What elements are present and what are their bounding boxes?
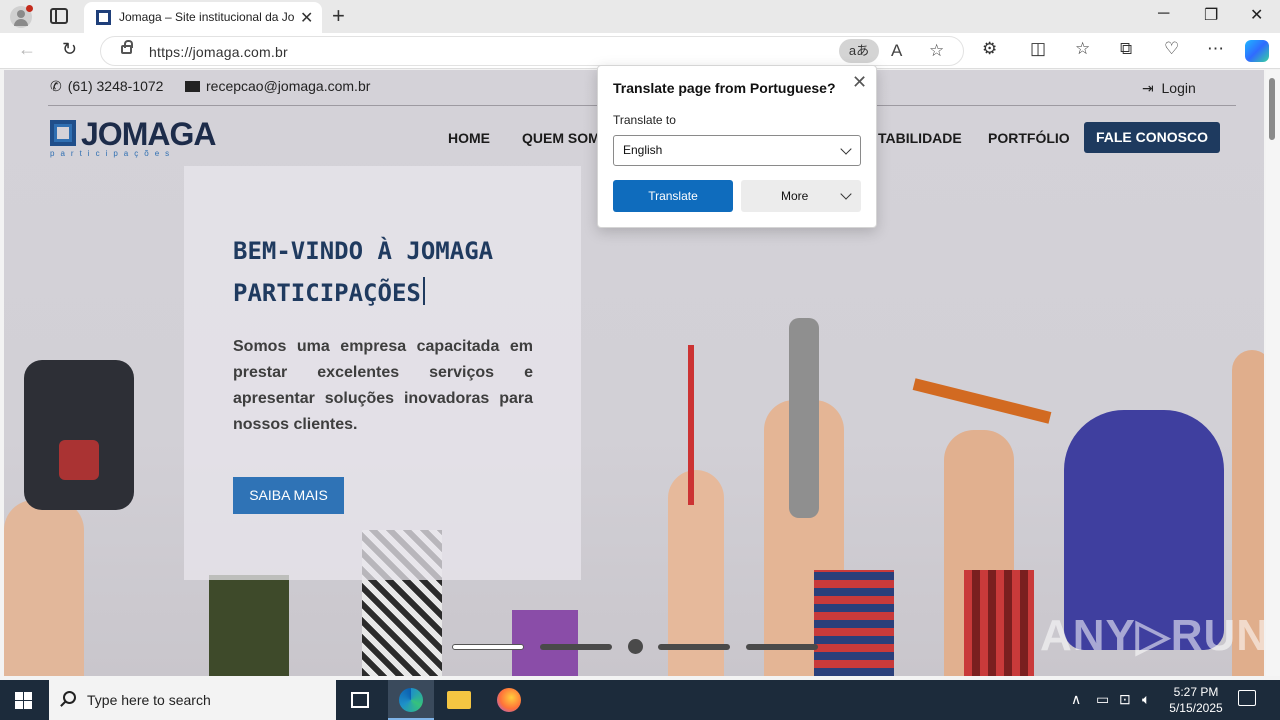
drill-image [24, 360, 134, 510]
carousel-indicator[interactable] [540, 644, 612, 650]
anyrun-watermark: ANY▷RUN [1040, 611, 1264, 660]
sleeve-image [964, 570, 1034, 676]
page-scrollbar[interactable] [1266, 70, 1280, 676]
taskbar: Type here to search ∧ ▭ ⊡ 🔈︎ 5:27 PM 5/1… [0, 680, 1280, 720]
network-icon[interactable]: ⊡ [1119, 691, 1131, 708]
more-label: More [781, 189, 809, 203]
split-screen-icon[interactable]: ◫ [1030, 39, 1046, 59]
sleeve-image [814, 570, 894, 676]
search-placeholder: Type here to search [87, 692, 211, 708]
new-tab-icon[interactable]: + [332, 3, 345, 29]
firefox-icon [497, 688, 521, 712]
tab-close-icon[interactable]: ✕ [300, 8, 313, 28]
login-icon: ⇥ [1142, 80, 1154, 96]
saiba-mais-button[interactable]: SAIBA MAIS [233, 477, 344, 514]
browser-toolbar: ← ↻ https://jomaga.com.br aあ A ☆ ⚙ ◫ ☆ ⧉… [0, 33, 1280, 69]
screwdriver-image [688, 345, 694, 505]
file-explorer-button[interactable] [436, 680, 482, 720]
edge-taskbar-button[interactable] [388, 680, 434, 720]
login-label: Login [1161, 80, 1196, 96]
clock-time: 5:27 PM [1173, 685, 1219, 699]
email-address: recepcao@jomaga.com.br [206, 78, 371, 94]
volume-icon[interactable]: 🔈︎ [1142, 691, 1150, 708]
tab-strip: Jomaga – Site institucional da Jomaga ✕ … [0, 0, 1280, 33]
system-clock[interactable]: 5:27 PM 5/15/2025 [1166, 684, 1226, 716]
nav-home[interactable]: HOME [448, 130, 490, 146]
folder-icon [447, 691, 471, 709]
refresh-icon[interactable]: ↻ [62, 39, 77, 60]
phone-number: (61) 3248-1072 [67, 78, 164, 94]
copilot-icon[interactable] [1245, 40, 1269, 62]
edge-icon [399, 688, 423, 712]
close-window-icon[interactable]: ✕ [1250, 5, 1263, 25]
browser-tab[interactable]: Jomaga – Site institucional da Jomaga ✕ [84, 2, 322, 33]
typing-caret [422, 277, 425, 305]
extensions-icon[interactable]: ⚙ [982, 39, 997, 59]
chevron-down-icon [840, 143, 852, 155]
site-favicon-icon [96, 10, 111, 25]
task-view-button[interactable] [337, 680, 383, 720]
chevron-down-icon [840, 188, 852, 200]
notifications-icon[interactable] [1238, 690, 1256, 706]
translate-popup: Translate page from Portuguese? ✕ Transl… [597, 65, 877, 228]
drill-detail-image [59, 440, 99, 480]
carousel-indicator[interactable] [746, 644, 818, 650]
nav-portfolio[interactable]: PORTFÓLIO [988, 130, 1070, 146]
notification-dot [26, 5, 33, 12]
pliers-image [789, 318, 819, 518]
tray-chevron-icon[interactable]: ∧ [1071, 691, 1081, 708]
phone-icon: ✆ [50, 78, 62, 94]
clock-date: 5/15/2025 [1169, 701, 1223, 715]
firefox-taskbar-button[interactable] [486, 680, 532, 720]
tab-title: Jomaga – Site institucional da Jomaga [119, 10, 294, 24]
collections-icon[interactable]: ⧉ [1120, 39, 1132, 59]
search-icon [63, 691, 76, 704]
carousel-indicator[interactable] [628, 639, 643, 654]
language-select[interactable]: English [613, 135, 861, 166]
sleeve-image [512, 610, 578, 676]
nav-contabilidade[interactable]: TABILIDADE [878, 130, 962, 146]
more-options-icon[interactable]: ⋯ [1207, 39, 1224, 59]
phone-contact[interactable]: ✆ (61) 3248-1072 [50, 78, 163, 95]
read-aloud-icon[interactable]: A [891, 41, 902, 61]
logo-mark-icon [50, 120, 76, 146]
performance-icon[interactable]: ♡ [1164, 39, 1179, 59]
wrench-image [912, 378, 1052, 424]
taskbar-search[interactable]: Type here to search [49, 680, 336, 720]
address-bar[interactable]: https://jomaga.com.br aあ A ☆ [100, 36, 964, 66]
logo-text: JOMAGA [81, 116, 216, 152]
fale-conosco-button[interactable]: FALE CONOSCO [1084, 122, 1220, 153]
close-icon[interactable]: ✕ [852, 72, 867, 93]
windows-start-icon[interactable] [15, 692, 32, 709]
hero-title: BEM-VINDO À JOMAGA PARTICIPAÇÕES [233, 237, 494, 307]
email-contact[interactable]: recepcao@jomaga.com.br [185, 78, 370, 94]
sleeve-image [209, 575, 289, 676]
translate-button[interactable]: Translate [613, 180, 733, 212]
hero-card: BEM-VINDO À JOMAGA PARTICIPAÇÕES Somos u… [184, 166, 581, 580]
task-view-icon [351, 692, 369, 708]
url-text[interactable]: https://jomaga.com.br [149, 44, 288, 60]
favorite-star-icon[interactable]: ☆ [929, 41, 944, 61]
envelope-icon [185, 81, 200, 92]
translate-icon[interactable]: aあ [839, 39, 879, 63]
minimize-icon[interactable]: ─ [1158, 5, 1169, 23]
logo-subtitle: participações [50, 149, 176, 158]
login-link[interactable]: ⇥ Login [1142, 80, 1196, 97]
tab-actions-icon[interactable] [50, 8, 68, 24]
nav-quem-somos[interactable]: QUEM SOM [522, 130, 600, 146]
back-icon[interactable]: ← [18, 39, 36, 60]
hand-image [4, 500, 84, 676]
hero-description: Somos uma empresa capacitada em prestar … [233, 338, 533, 433]
translate-to-label: Translate to [613, 113, 676, 127]
battery-icon[interactable]: ▭ [1096, 691, 1109, 708]
favorites-icon[interactable]: ☆ [1075, 39, 1090, 59]
translate-popup-title: Translate page from Portuguese? [613, 80, 836, 96]
more-button[interactable]: More [741, 180, 861, 212]
carousel-indicator[interactable] [452, 644, 524, 650]
scrollbar-thumb[interactable] [1269, 78, 1275, 140]
restore-icon[interactable]: ❐ [1204, 5, 1218, 25]
lock-icon[interactable] [121, 40, 133, 54]
carousel-indicator[interactable] [658, 644, 730, 650]
selected-language: English [623, 143, 663, 157]
